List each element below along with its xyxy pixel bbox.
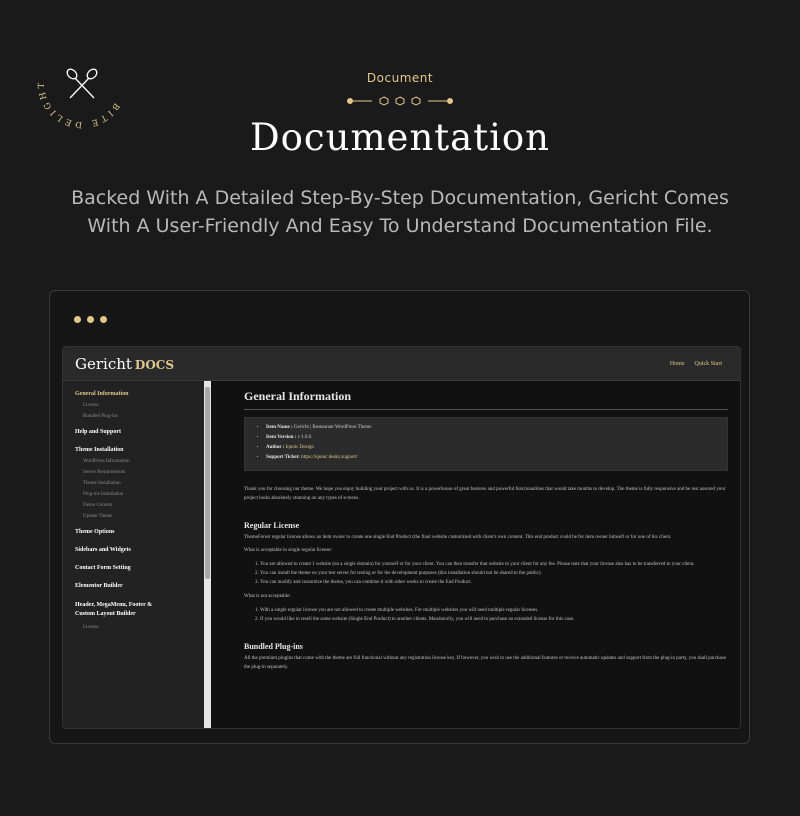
sidebar-item-update-theme[interactable]: Update Theme <box>83 514 204 519</box>
docs-sidebar: General Information License Bundled Plug… <box>63 381 204 728</box>
sidebar-item-license[interactable]: License <box>83 403 204 408</box>
support-row: Support Ticket: https://iqonic.desky.sup… <box>266 455 717 460</box>
browser-frame: Gericht DOCS Home Quick Start General Inf… <box>49 290 750 744</box>
docs-brand[interactable]: Gericht DOCS <box>75 355 174 373</box>
window-dot <box>100 316 107 323</box>
sidebar-scrollbar[interactable] <box>204 381 211 728</box>
docs-header: Gericht DOCS Home Quick Start <box>63 347 740 381</box>
intro-paragraph: Thank you for choosing our theme. We hop… <box>244 487 726 501</box>
nav-home[interactable]: Home <box>670 361 685 367</box>
sidebar-group-sidebars-widgets[interactable]: Sidebars and Widgets <box>75 547 204 553</box>
brand-suffix: DOCS <box>134 357 174 372</box>
item-version-row: Item Version : v 1.0.0 <box>266 435 717 440</box>
sidebar-item-license-2[interactable]: License <box>83 625 204 630</box>
sidebar-item-wordpress-information[interactable]: WordPress Information <box>83 459 204 464</box>
window-dot <box>87 316 94 323</box>
bundled-plugins-desc: All the premium plugins that come with t… <box>244 656 726 670</box>
page-title: Documentation <box>249 116 551 159</box>
content-title: General Information <box>244 389 728 410</box>
sidebar-group-contact-form[interactable]: Contact Form Setting <box>75 565 204 571</box>
list-item: You can install the theme on your test s… <box>260 569 728 578</box>
sidebar-group-theme-options[interactable]: Theme Options <box>75 529 204 535</box>
nav-quick-start[interactable]: Quick Start <box>695 361 723 367</box>
window-dot <box>74 316 81 323</box>
list-item: With a single regular license you are no… <box>260 606 728 615</box>
list-item: You are allowed to create 1 website (on … <box>260 560 728 569</box>
author-link[interactable]: Iqonic Design <box>286 445 314 450</box>
acceptable-list: You are allowed to create 1 website (on … <box>244 560 728 587</box>
ornament-divider <box>347 96 453 106</box>
sidebar-item-plugins-installation[interactable]: Plug-ins Installation <box>83 492 204 497</box>
sidebar-group-header-layout-builder[interactable]: Header, MegaMenu, Footer & Custom Layout… <box>75 601 165 619</box>
sidebar-item-theme-installation[interactable]: Theme Installation <box>83 481 204 486</box>
author-row: Author : Iqonic Design <box>266 445 717 450</box>
window-controls <box>74 316 107 323</box>
section-kicker: Document <box>366 71 434 85</box>
sidebar-group-help-support[interactable]: Help and Support <box>75 429 204 435</box>
regular-license-heading: Regular License <box>244 521 300 530</box>
regular-license-desc: ThemeForest regular license allows an it… <box>244 535 672 540</box>
sidebar-item-bundled-plugins[interactable]: Bundled Plug-ins <box>83 414 204 419</box>
docs-app: Gericht DOCS Home Quick Start General Inf… <box>62 346 741 729</box>
sidebar-item-demo-content[interactable]: Demo Content <box>83 503 204 508</box>
item-name-row: Item Name : Gericht | Restaurant WordPre… <box>266 425 717 430</box>
page-subtitle: Backed With A Detailed Step-By-Step Docu… <box>71 187 729 237</box>
item-info-box: Item Name : Gericht | Restaurant WordPre… <box>244 417 728 471</box>
sidebar-group-theme-installation[interactable]: Theme Installation <box>75 447 204 453</box>
top-nav: Home Quick Start <box>670 361 722 367</box>
sidebar-group-elementor-builder[interactable]: Elementor Builder <box>75 583 204 589</box>
bundled-plugins-heading: Bundled Plug-ins <box>244 642 303 651</box>
sidebar-item-server-requirements[interactable]: Server Requirements <box>83 470 204 475</box>
docs-content: General Information Item Name : Gericht … <box>212 381 740 728</box>
support-link[interactable]: https://iqonic.desky.support/ <box>301 455 358 460</box>
list-item: If you would like to resell the same web… <box>260 615 728 624</box>
list-item: You can modify and customize the theme, … <box>260 578 728 587</box>
acceptable-label: What is acceptable in single regular lic… <box>244 548 333 553</box>
not-acceptable-list: With a single regular license you are no… <box>244 606 728 624</box>
sidebar-group-general-information[interactable]: General Information <box>75 391 204 397</box>
brand-name: Gericht <box>75 354 132 373</box>
scrollbar-thumb[interactable] <box>205 387 210 579</box>
not-acceptable-label: What is not acceptable: <box>244 594 291 599</box>
